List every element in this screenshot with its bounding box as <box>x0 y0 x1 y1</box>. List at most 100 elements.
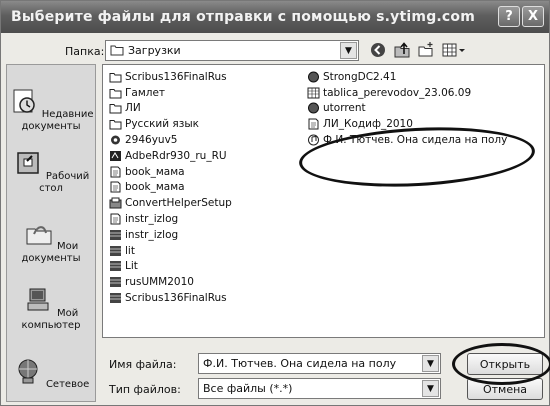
file-name: ЛИ_Кодиф_2010 <box>323 118 413 131</box>
archive-icon <box>110 245 121 256</box>
file-name: tablica_perevodov_23.06.09 <box>323 86 472 99</box>
file-item[interactable]: 2946yuv5 <box>109 132 232 148</box>
chevron-down-icon[interactable]: ▼ <box>422 355 439 372</box>
file-name: instr_izlog <box>125 213 179 226</box>
place-network[interactable]: Сетевое <box>7 357 95 391</box>
file-name: Ф.И. Тютчев. Она сидела на полу <box>323 134 508 147</box>
file-name: Русский язык <box>125 118 199 131</box>
document-icon <box>110 166 121 178</box>
folder-icon <box>109 88 122 99</box>
gear-file-icon <box>111 135 120 145</box>
app-icon <box>308 102 319 114</box>
spreadsheet-icon <box>307 87 320 99</box>
place-desktop[interactable]: Рабочий стол <box>7 149 95 195</box>
chevron-down-icon[interactable]: ▼ <box>340 42 357 59</box>
file-name: ЛИ <box>125 102 141 115</box>
audio-file-icon <box>308 134 319 146</box>
archive-icon <box>110 261 121 272</box>
file-name: AdbeRdr930_ru_RU <box>125 149 227 162</box>
place-label: Сетевое <box>45 379 90 390</box>
archive-icon <box>110 277 121 288</box>
file-list[interactable]: Scribus136FinalRus Гамлет ЛИ Русский язык 29… <box>102 64 545 338</box>
file-item[interactable]: instr_izlog <box>109 211 232 227</box>
file-name: ConvertHelperSetup <box>125 197 232 210</box>
archive-icon <box>110 229 121 240</box>
file-item[interactable]: Гамлет <box>109 85 232 101</box>
my-documents-icon <box>26 226 52 245</box>
file-name: Lit <box>125 260 138 273</box>
folder-icon <box>110 45 124 56</box>
chevron-down-icon[interactable]: ▼ <box>422 380 439 397</box>
title-bar: Выберите файлы для отправки с помощью s.… <box>1 1 549 33</box>
file-name: 2946yuv5 <box>125 134 178 147</box>
close-button[interactable]: X <box>522 6 544 27</box>
folder-select[interactable]: Загрузки ▼ <box>105 40 359 61</box>
my-computer-icon <box>27 288 49 311</box>
file-name: StrongDC2.41 <box>323 70 397 83</box>
network-icon <box>18 359 38 384</box>
recent-documents-icon <box>13 89 35 113</box>
document-icon <box>110 181 121 193</box>
file-item[interactable]: utorrent <box>307 101 507 117</box>
file-name: Scribus136FinalRus <box>125 70 227 83</box>
file-item[interactable]: Lit <box>109 259 232 275</box>
file-name: instr_izlog <box>125 228 179 241</box>
file-name: utorrent <box>323 102 366 115</box>
file-list-column-1: Scribus136FinalRus Гамлет ЛИ Русский язык 29… <box>109 69 232 306</box>
file-open-dialog: Выберите файлы для отправки с помощью s.… <box>0 0 550 406</box>
new-folder-icon[interactable] <box>417 41 435 59</box>
window-title: Выберите файлы для отправки с помощью s.… <box>11 9 476 25</box>
file-name: Scribus136FinalRus <box>125 292 227 305</box>
file-name: Гамлет <box>125 86 166 99</box>
file-item[interactable]: rusUMM2010 <box>109 274 232 290</box>
file-item[interactable]: book_мама <box>109 164 232 180</box>
file-name: book_мама <box>125 181 185 194</box>
app-icon <box>308 71 319 83</box>
place-my-computer[interactable]: Мой компьютер <box>7 286 95 332</box>
filetype-label: Тип файлов: <box>109 383 181 396</box>
filename-value: Ф.И. Тютчев. Она сидела на полу <box>203 357 397 370</box>
file-item[interactable]: Русский язык <box>109 116 232 132</box>
filetype-select[interactable]: Все файлы (*.*) ▼ <box>198 378 441 399</box>
help-button[interactable]: ? <box>498 6 520 27</box>
installer-icon <box>110 150 121 161</box>
cancel-button[interactable]: Отмена <box>467 378 543 400</box>
view-menu-icon[interactable] <box>442 42 466 58</box>
file-item[interactable]: Scribus136FinalRus <box>109 69 232 85</box>
place-my-documents[interactable]: Мои документы <box>7 219 95 265</box>
file-item[interactable]: ЛИ_Кодиф_2010 <box>307 116 507 132</box>
file-item[interactable]: Scribus136FinalRus <box>109 290 232 306</box>
folder-icon <box>109 104 122 114</box>
file-item[interactable]: StrongDC2.41 <box>307 69 507 85</box>
file-item[interactable]: lit <box>109 243 232 259</box>
file-item[interactable]: tablica_perevodov_23.06.09 <box>307 85 507 101</box>
file-item[interactable]: AdbeRdr930_ru_RU <box>109 148 232 164</box>
desktop-icon <box>16 152 39 174</box>
folder-label: Папка: <box>65 45 105 58</box>
document-icon <box>308 118 319 130</box>
document-icon <box>110 213 121 225</box>
filename-label: Имя файла: <box>109 358 177 371</box>
file-name: book_мама <box>125 165 185 178</box>
file-item[interactable]: instr_izlog <box>109 227 232 243</box>
folder-icon <box>109 120 122 130</box>
file-name: rusUMM2010 <box>125 276 194 289</box>
filetype-value: Все файлы (*.*) <box>203 382 293 395</box>
folder-icon <box>109 72 122 83</box>
file-list-column-2: StrongDC2.41 tablica_perevodov_23.06.09ut… <box>307 69 507 148</box>
back-icon[interactable] <box>370 42 386 58</box>
up-folder-icon[interactable] <box>393 41 411 59</box>
open-button[interactable]: Открыть <box>467 353 543 375</box>
places-bar: Недавние документы Рабочий стол Мои доку… <box>6 64 96 402</box>
file-item[interactable]: ЛИ <box>109 101 232 117</box>
filename-input[interactable]: Ф.И. Тютчев. Она сидела на полу ▼ <box>198 353 441 374</box>
setup-icon <box>109 197 122 209</box>
file-item[interactable]: ConvertHelperSetup <box>109 195 232 211</box>
file-name: lit <box>125 244 135 257</box>
file-item[interactable]: Ф.И. Тютчев. Она сидела на полу <box>307 132 507 148</box>
place-label: Рабочий стол <box>39 171 90 194</box>
folder-select-value: Загрузки <box>128 44 181 57</box>
file-item[interactable]: book_мама <box>109 180 232 196</box>
archive-icon <box>110 293 121 304</box>
place-recent-documents[interactable]: Недавние документы <box>7 87 95 133</box>
